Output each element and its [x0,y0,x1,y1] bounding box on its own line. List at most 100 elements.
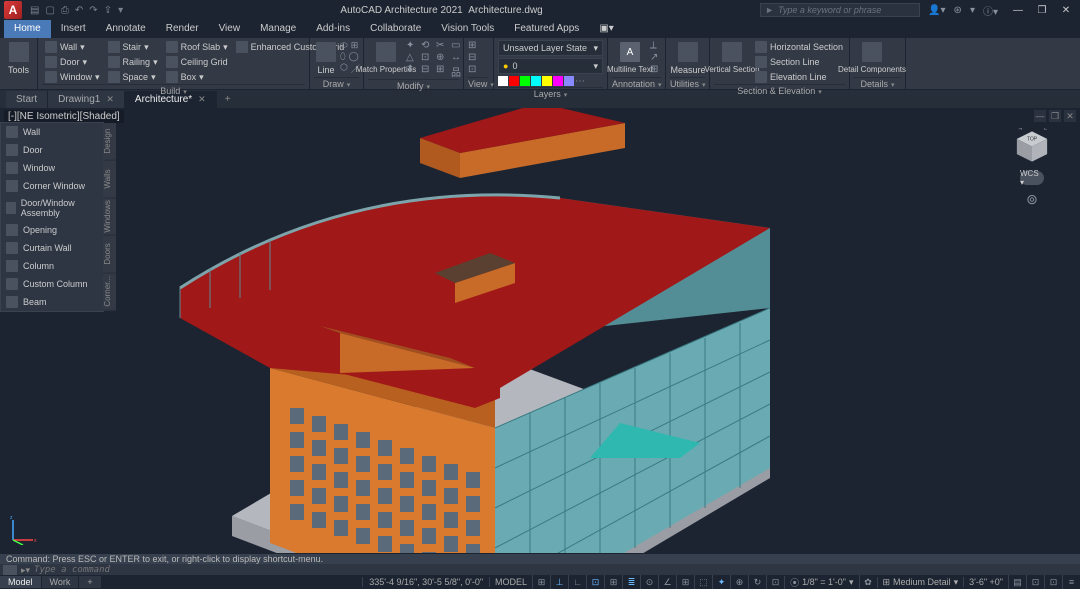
maximize-button[interactable]: ❐ [1032,3,1052,17]
sc-toggle-icon[interactable]: ⊞ [676,575,694,589]
tools-button[interactable]: Tools [4,40,33,77]
modify-tool-icon[interactable]: △ [406,52,420,63]
draw-tool-icon[interactable]: ⬭ [340,40,348,51]
palette-item-column[interactable]: Column [1,257,103,275]
workspace-gear-icon[interactable]: ✿ [859,575,877,589]
elevline-button[interactable]: Elevation Line [752,70,846,84]
tab-featured-apps[interactable]: Featured Apps [504,20,589,38]
detail-components-button[interactable]: Detail Components [854,40,890,76]
annot-tool-icon[interactable]: ↗ [650,52,658,63]
qs-toggle-icon[interactable]: ⬚ [694,575,712,589]
viewcube[interactable]: TOP N E [1010,128,1054,165]
modify-tool-icon[interactable]: ⊡ [421,52,435,63]
layer-color-swatch[interactable] [553,76,563,86]
palette-tab[interactable]: Windows [103,198,116,236]
dyn-toggle-icon[interactable]: ✦ [712,575,730,589]
modify-tool-icon[interactable]: ✦ [406,40,420,51]
ceilinggrid-button[interactable]: Ceiling Grid [163,55,231,69]
qat-undo-icon[interactable]: ↶ [75,5,83,16]
palette-item-window[interactable]: Window [1,159,103,177]
palette-item-wall[interactable]: Wall [1,123,103,141]
close-button[interactable]: ✕ [1056,3,1076,17]
mtext-button[interactable]: AMultiline Text [612,40,648,76]
panel-label-annotation[interactable]: Annotation [612,77,661,89]
palette-tab[interactable]: Design [103,123,116,161]
modify-tool-icon[interactable]: ▭ [451,40,465,51]
tab-addins[interactable]: Add-ins [306,20,360,38]
anno-scale-dropdown[interactable]: ⦿1/8" = 1'-0"▾ [784,576,858,589]
layer-more-icon[interactable]: ⋯ [575,76,585,87]
railing-button[interactable]: Railing ▾ [105,55,161,69]
palette-item-custom-column[interactable]: Custom Column [1,275,103,293]
sectionline-button[interactable]: Section Line [752,55,846,69]
layout-work[interactable]: Work [42,576,80,588]
app-logo[interactable]: A [4,1,22,19]
space-button[interactable]: Space ▾ [105,70,161,84]
palette-item-door[interactable]: Door [1,141,103,159]
tab-collaborate[interactable]: Collaborate [360,20,431,38]
annot-tool-icon[interactable]: ⊞ [650,64,658,75]
modify-tool-icon[interactable]: ⊞ [436,64,450,79]
modify-tool-icon[interactable]: 品 [451,64,465,79]
box-button[interactable]: Box ▾ [163,70,231,84]
otrack-toggle-icon[interactable]: ≣ [622,575,640,589]
ribbon-themes-icon[interactable]: ▣▾ [589,20,623,38]
panel-label-modify[interactable]: Modify [368,79,459,91]
panel-label-draw[interactable]: Draw [314,77,359,89]
palette-item-dwa[interactable]: Door/Window Assembly [1,195,103,221]
qat-share-icon[interactable]: ⇪ [104,5,112,16]
customize-icon[interactable]: ≡ [1062,575,1080,589]
tab-annotate[interactable]: Annotate [96,20,156,38]
ws-switch-icon[interactable]: ▤ [1008,575,1026,589]
help-icon[interactable]: ▾ [970,5,975,16]
lwt-toggle-icon[interactable]: ⊙ [640,575,658,589]
panel-label-details[interactable]: Details [854,77,901,89]
qat-save-icon[interactable]: ⎙ [61,5,69,16]
drawing-viewport[interactable]: [-][NE Isometric][Shaded] — ❐ ✕ [0,108,1080,553]
panel-label-inquiry[interactable]: Utilities [670,77,705,89]
qat-new-icon[interactable]: ▤ [30,5,39,16]
space-toggle[interactable]: MODEL [489,577,532,587]
palette-item-curtain-wall[interactable]: Curtain Wall [1,239,103,257]
snap-toggle-icon[interactable]: ⊥ [550,575,568,589]
door-button[interactable]: Door ▾ [42,55,103,69]
transparency-toggle-icon[interactable]: ∠ [658,575,676,589]
layer-color-swatch[interactable] [509,76,519,86]
nav-steering-icon[interactable]: ⊚ [1026,191,1038,208]
tool-palette[interactable]: TOOL PALETTES - DESIGN Wall Door Window … [0,122,104,312]
modify-tool-icon[interactable]: ✂ [436,40,450,51]
stair-button[interactable]: Stair ▾ [105,40,161,54]
panel-label-build[interactable]: Build [42,84,305,96]
palette-item-beam[interactable]: Beam [1,293,103,311]
ucs-icon[interactable]: z x [8,515,38,545]
palette-tab[interactable]: Walls [103,161,116,199]
modify-tool-icon[interactable]: ⊕ [436,52,450,63]
layer-color-swatch[interactable] [542,76,552,86]
iso-icon[interactable]: ⊡ [1044,575,1062,589]
detail-level-dropdown[interactable]: ⊞Medium Detail▾ [877,577,964,588]
draw-tool-icon[interactable]: ⬡ [340,62,348,75]
view-tool-icon[interactable]: ⊞ [468,40,476,51]
layout-model[interactable]: Model [0,576,42,588]
palette-item-corner-window[interactable]: Corner Window [1,177,103,195]
tab-render[interactable]: Render [156,20,209,38]
a360-icon[interactable]: ⊛ [954,5,962,16]
window-button[interactable]: Window ▾ [42,70,103,84]
signin-icon[interactable]: 👤▾ [928,5,945,16]
tab-home[interactable]: Home [4,20,51,38]
draw-tool-icon[interactable]: ◯ [349,51,359,62]
modify-tool-icon[interactable]: ↔ [451,52,465,63]
palette-tab[interactable]: Corner... [103,273,116,311]
command-input[interactable] [34,565,1077,575]
wall-button[interactable]: Wall ▾ [42,40,103,54]
osnap-toggle-icon[interactable]: ⊞ [604,575,622,589]
layer-color-swatch[interactable] [498,76,508,86]
layout-add-button[interactable]: + [79,576,101,588]
layer-color-swatch[interactable] [564,76,574,86]
view-tool-icon[interactable]: ⊟ [468,52,476,63]
qp-toggle-icon[interactable]: ⊕ [730,575,748,589]
tab-manage[interactable]: Manage [250,20,306,38]
layer-color-swatch[interactable] [520,76,530,86]
minimize-button[interactable]: — [1008,3,1028,17]
panel-label-layers[interactable]: Layers [498,87,603,99]
